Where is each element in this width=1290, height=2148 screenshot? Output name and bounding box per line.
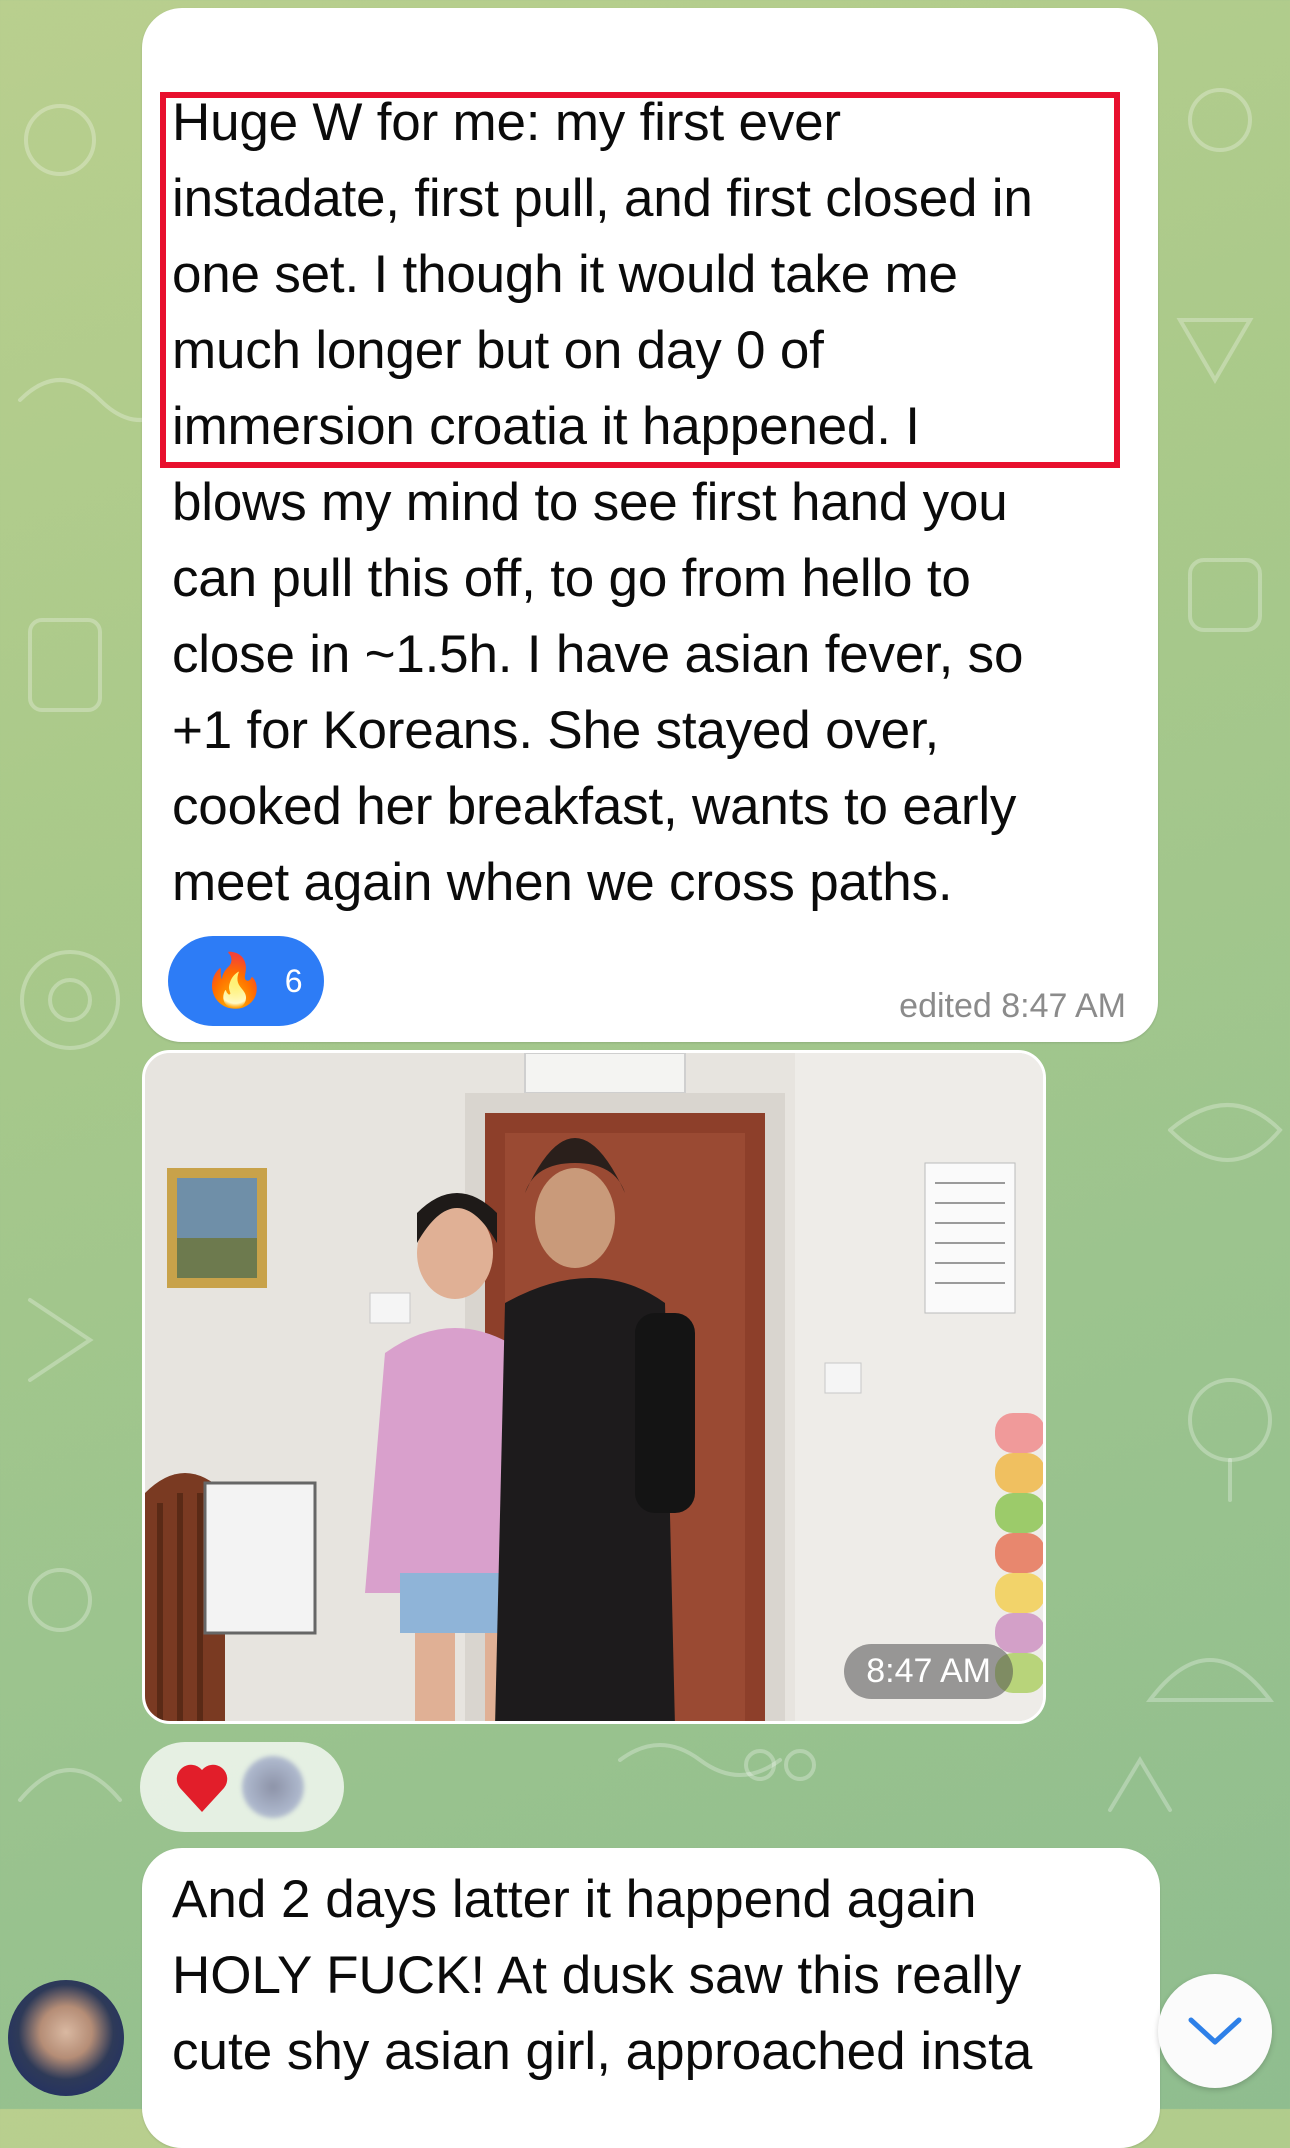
- message-timestamp: edited 8:47 AM: [899, 987, 1126, 1025]
- heart-reaction-button[interactable]: ❤️: [140, 1742, 344, 1832]
- reaction-count: 6: [284, 962, 303, 999]
- sender-avatar[interactable]: [8, 1980, 124, 2096]
- message-text-continued: I blows my mind to see first hand you ca…: [172, 397, 1024, 912]
- reactor-avatar: [242, 1756, 304, 1818]
- fire-icon: 🔥: [202, 952, 267, 1010]
- fire-reaction-button[interactable]: 🔥 6: [168, 936, 324, 1026]
- scroll-down-button[interactable]: [1158, 1974, 1272, 2088]
- photo-message[interactable]: 8:47 AM: [142, 1050, 1046, 1724]
- message-text: And 2 days latter it happend again HOLY …: [172, 1870, 1033, 2081]
- photo-image: [145, 1053, 1043, 1721]
- highlight-box: [160, 92, 1120, 468]
- photo-timestamp: 8:47 AM: [844, 1644, 1013, 1699]
- chevron-down-icon: [1188, 2017, 1242, 2045]
- heart-icon: [176, 1764, 228, 1812]
